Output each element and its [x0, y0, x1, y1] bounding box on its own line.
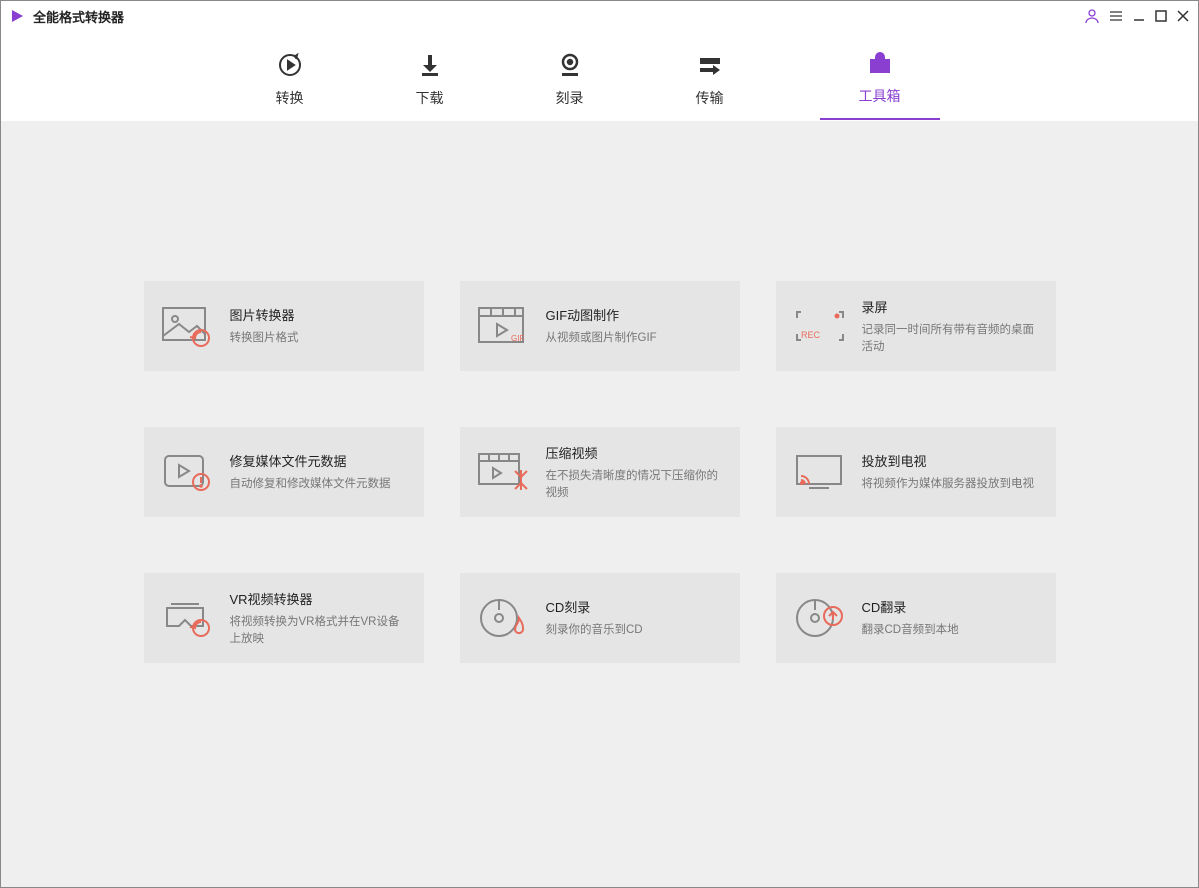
- tool-title: 修复媒体文件元数据: [230, 451, 391, 470]
- tab-burn[interactable]: 刻录: [540, 52, 600, 120]
- tool-cd-rip[interactable]: CD翻录 翻录CD音频到本地: [776, 573, 1056, 663]
- tool-fix-metadata[interactable]: 修复媒体文件元数据 自动修复和修改媒体文件元数据: [144, 427, 424, 517]
- tool-title: 图片转换器: [230, 305, 299, 324]
- screen-record-icon: REC: [792, 302, 848, 350]
- cast-tv-icon: [792, 448, 848, 496]
- tool-desc: 从视频或图片制作GIF: [546, 330, 657, 346]
- tool-desc: 自动修复和修改媒体文件元数据: [230, 476, 391, 492]
- tool-cast-tv[interactable]: 投放到电视 将视频作为媒体服务器投放到电视: [776, 427, 1056, 517]
- tool-image-converter[interactable]: 图片转换器 转换图片格式: [144, 281, 424, 371]
- minimize-button[interactable]: [1132, 9, 1146, 23]
- tool-title: CD刻录: [546, 597, 643, 616]
- tool-desc: 在不损失清晰度的情况下压缩你的视频: [546, 468, 724, 500]
- close-button[interactable]: [1176, 9, 1190, 23]
- tool-screen-record[interactable]: REC 录屏 记录同一时间所有带有音频的桌面活动: [776, 281, 1056, 371]
- tab-label: 工具箱: [859, 86, 901, 106]
- tool-compress-video[interactable]: 压缩视频 在不损失清晰度的情况下压缩你的视频: [460, 427, 740, 517]
- image-converter-icon: [160, 302, 216, 350]
- tab-label: 刻录: [556, 88, 584, 108]
- tool-cd-burn[interactable]: CD刻录 刻录你的音乐到CD: [460, 573, 740, 663]
- vr-converter-icon: [160, 594, 216, 642]
- fix-metadata-icon: [160, 448, 216, 496]
- svg-text:REC: REC: [801, 330, 821, 340]
- tool-title: GIF动图制作: [546, 305, 657, 324]
- maximize-button[interactable]: [1154, 9, 1168, 23]
- tool-title: 录屏: [862, 297, 1040, 316]
- tool-desc: 刻录你的音乐到CD: [546, 622, 643, 638]
- tool-gif-maker[interactable]: GIF GIF动图制作 从视频或图片制作GIF: [460, 281, 740, 371]
- tool-title: 压缩视频: [546, 443, 724, 462]
- tool-title: CD翻录: [862, 597, 959, 616]
- tool-desc: 翻录CD音频到本地: [862, 622, 959, 638]
- tool-title: 投放到电视: [862, 451, 1035, 470]
- tool-desc: 将视频转换为VR格式并在VR设备上放映: [230, 614, 408, 646]
- main-tabs: 转换 下载 刻录 传输 工具箱: [1, 31, 1198, 121]
- account-icon[interactable]: [1084, 8, 1100, 24]
- tab-transfer[interactable]: 传输: [680, 52, 740, 120]
- tool-desc: 将视频作为媒体服务器投放到电视: [862, 476, 1035, 492]
- tool-title: VR视频转换器: [230, 589, 408, 608]
- title-bar: 全能格式转换器: [1, 1, 1198, 31]
- cd-rip-icon: [792, 594, 848, 642]
- svg-text:GIF: GIF: [511, 334, 524, 343]
- tab-download[interactable]: 下载: [400, 52, 460, 120]
- app-title: 全能格式转换器: [33, 7, 124, 26]
- compress-video-icon: [476, 448, 532, 496]
- tab-toolbox[interactable]: 工具箱: [820, 50, 940, 120]
- menu-icon[interactable]: [1108, 8, 1124, 24]
- tool-vr-converter[interactable]: VR视频转换器 将视频转换为VR格式并在VR设备上放映: [144, 573, 424, 663]
- cd-burn-icon: [476, 594, 532, 642]
- tab-convert[interactable]: 转换: [260, 52, 320, 120]
- tool-desc: 转换图片格式: [230, 330, 299, 346]
- tab-label: 传输: [696, 88, 724, 108]
- app-logo-icon: [9, 8, 25, 24]
- tab-label: 转换: [276, 88, 304, 108]
- toolbox-grid: 图片转换器 转换图片格式 GIF GIF动图制作 从视频或图片制作GIF REC…: [1, 121, 1198, 887]
- tool-desc: 记录同一时间所有带有音频的桌面活动: [862, 322, 1040, 354]
- gif-maker-icon: GIF: [476, 302, 532, 350]
- app-window: 全能格式转换器 转换 下载 刻录: [0, 0, 1199, 888]
- tab-label: 下载: [416, 88, 444, 108]
